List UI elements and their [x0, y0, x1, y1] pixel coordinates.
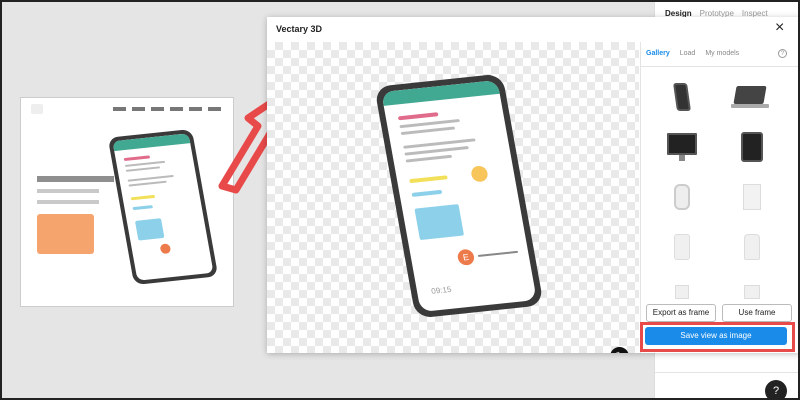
laptop-thumb-icon — [731, 86, 769, 108]
phone-time: 09:15 — [430, 284, 453, 296]
gallery-laptop-mockup[interactable] — [728, 76, 776, 118]
highlight-box — [640, 322, 795, 352]
gallery-box-mockup[interactable] — [728, 176, 776, 218]
phone-mockup-large: E 09:15 — [374, 73, 544, 319]
frame-text-bar — [37, 189, 99, 193]
frame-orange-block — [37, 214, 94, 254]
frame-logo — [31, 104, 43, 114]
gallery-can-mockup[interactable] — [658, 226, 706, 268]
screenshot-frame: Design Prototype Inspect Vectary 3D × E … — [0, 0, 800, 400]
monitor-thumb-icon — [667, 133, 697, 161]
frame-nav — [113, 107, 221, 111]
gallery-watch-mockup[interactable] — [658, 176, 706, 218]
vectary-modal: Vectary 3D × E 09:15 Gallery Load My mod… — [267, 17, 798, 353]
frame-text-bar — [37, 200, 99, 204]
modal-title: Vectary 3D — [276, 24, 323, 34]
box-thumb-icon — [743, 184, 761, 210]
gallery-bottle-mockup[interactable] — [658, 282, 706, 302]
frame-heading-bar — [37, 176, 114, 182]
gallery-phone-mockup[interactable] — [658, 76, 706, 118]
help-button[interactable]: ? — [765, 380, 787, 398]
bottle-thumb-icon — [675, 285, 689, 299]
help-icon[interactable]: ? — [778, 49, 787, 58]
gallery-tablet-mockup[interactable] — [728, 126, 776, 168]
jar-thumb-icon — [744, 234, 760, 260]
can-thumb-icon — [674, 234, 690, 260]
phone-thumb-icon — [673, 83, 691, 111]
edit-icon[interactable]: ✎ — [610, 347, 629, 353]
close-icon[interactable]: × — [775, 20, 784, 36]
side-divider — [641, 66, 798, 67]
tablet-thumb-icon — [741, 132, 763, 162]
gallery-bag-mockup[interactable] — [728, 282, 776, 302]
use-frame-button[interactable]: Use frame — [722, 304, 792, 322]
tab-load[interactable]: Load — [680, 50, 696, 57]
vectary-side-panel: Gallery Load My models ? Export as frame… — [640, 42, 798, 353]
canvas-frame[interactable] — [20, 97, 234, 307]
watch-thumb-icon — [674, 184, 690, 210]
side-tabs: Gallery Load My models — [646, 50, 739, 57]
phone-mockup-small — [107, 128, 219, 286]
avatar: E — [456, 248, 476, 266]
gallery-jar-mockup[interactable] — [728, 226, 776, 268]
panel-divider — [655, 372, 798, 373]
tab-my-models[interactable]: My models — [705, 50, 739, 57]
gallery-monitor-mockup[interactable] — [658, 126, 706, 168]
model-preview[interactable]: E 09:15 ✎ — [267, 42, 639, 353]
bag-thumb-icon — [744, 285, 760, 299]
export-as-frame-button[interactable]: Export as frame — [646, 304, 716, 322]
tab-gallery[interactable]: Gallery — [646, 50, 670, 57]
